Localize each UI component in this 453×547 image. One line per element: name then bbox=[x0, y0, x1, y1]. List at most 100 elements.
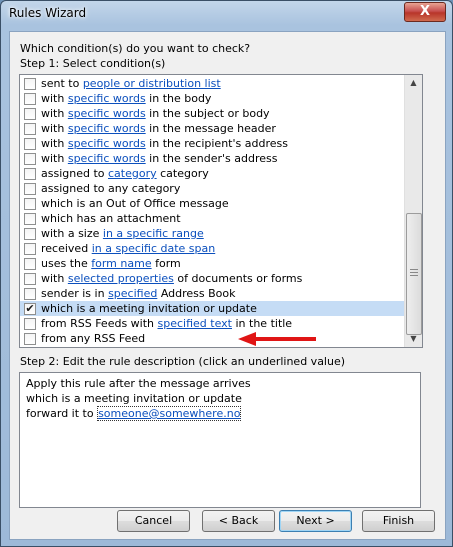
condition-text: assigned to any category bbox=[41, 182, 180, 195]
recipient-address-link[interactable]: someone@somewhere.no bbox=[97, 406, 242, 421]
condition-row[interactable]: from RSS Feeds with specified text in th… bbox=[20, 316, 404, 331]
condition-checkbox[interactable] bbox=[24, 213, 36, 225]
condition-value-link[interactable]: in a specific range bbox=[103, 227, 204, 240]
condition-checkbox[interactable] bbox=[24, 183, 36, 195]
condition-checkbox[interactable] bbox=[24, 198, 36, 210]
condition-text-after: of documents or forms bbox=[173, 272, 303, 285]
condition-value-link[interactable]: specified text bbox=[158, 317, 232, 330]
condition-text-before: with bbox=[41, 137, 68, 150]
condition-checkbox[interactable] bbox=[24, 228, 36, 240]
condition-value-link[interactable]: specified bbox=[108, 287, 157, 300]
condition-row[interactable]: assigned to any category bbox=[20, 181, 404, 196]
condition-text-before: sender is in bbox=[41, 287, 109, 300]
condition-text: which is an Out of Office message bbox=[41, 197, 229, 210]
condition-checkbox[interactable] bbox=[24, 258, 36, 270]
condition-text: with specific words in the sender's addr… bbox=[41, 152, 277, 165]
rules-wizard-window: Rules Wizard X Which condition(s) do you… bbox=[0, 0, 453, 547]
condition-checkbox[interactable] bbox=[24, 168, 36, 180]
description-line-3: forward it to someone@somewhere.no bbox=[26, 406, 242, 421]
conditions-rows: sent to people or distribution list with … bbox=[20, 76, 404, 346]
condition-text: with specific words in the message heade… bbox=[41, 122, 276, 135]
scroll-up-icon[interactable]: ▲ bbox=[405, 75, 422, 91]
condition-checkbox[interactable] bbox=[24, 93, 36, 105]
condition-checkbox[interactable] bbox=[24, 108, 36, 120]
condition-row[interactable]: ✔ which is a meeting invitation or update bbox=[20, 301, 404, 316]
finish-button[interactable]: Finish bbox=[362, 510, 435, 532]
condition-checkbox[interactable] bbox=[24, 138, 36, 150]
condition-checkbox[interactable] bbox=[24, 333, 36, 345]
condition-row[interactable]: with selected properties of documents or… bbox=[20, 271, 404, 286]
condition-row[interactable]: with specific words in the message heade… bbox=[20, 121, 404, 136]
condition-checkbox[interactable] bbox=[24, 318, 36, 330]
condition-row[interactable]: assigned to category category bbox=[20, 166, 404, 181]
condition-text-before: with a size bbox=[41, 227, 103, 240]
condition-text-before: which is a meeting invitation or update bbox=[41, 302, 257, 315]
condition-text-before: from RSS Feeds with bbox=[41, 317, 158, 330]
condition-value-link[interactable]: specific words bbox=[68, 137, 146, 150]
back-button[interactable]: < Back bbox=[202, 510, 275, 532]
condition-text-before: from any RSS Feed bbox=[41, 332, 146, 345]
condition-value-link[interactable]: people or distribution list bbox=[83, 77, 221, 90]
condition-value-link[interactable]: form name bbox=[91, 257, 151, 270]
condition-row[interactable]: which has an attachment bbox=[20, 211, 404, 226]
condition-text: with a size in a specific range bbox=[41, 227, 204, 240]
condition-text-before: sent to bbox=[41, 77, 83, 90]
condition-text: with specific words in the subject or bo… bbox=[41, 107, 270, 120]
condition-text: received in a specific date span bbox=[41, 242, 215, 255]
condition-row[interactable]: with specific words in the sender's addr… bbox=[20, 151, 404, 166]
condition-checkbox[interactable] bbox=[24, 153, 36, 165]
red-arrow-annotation-icon bbox=[238, 332, 316, 346]
next-button[interactable]: Next > bbox=[279, 510, 352, 532]
condition-value-link[interactable]: specific words bbox=[68, 92, 146, 105]
scroll-down-icon[interactable]: ▼ bbox=[405, 331, 422, 347]
condition-row[interactable]: with a size in a specific range bbox=[20, 226, 404, 241]
condition-text-before: assigned to any category bbox=[41, 182, 181, 195]
close-button[interactable]: X bbox=[404, 2, 446, 22]
condition-text: sender is in specified Address Book bbox=[41, 287, 236, 300]
grip-icon bbox=[410, 269, 418, 277]
condition-row[interactable]: with specific words in the body bbox=[20, 91, 404, 106]
condition-text-before: with bbox=[41, 92, 68, 105]
condition-text: sent to people or distribution list bbox=[41, 77, 221, 90]
condition-row[interactable]: from any RSS Feed bbox=[20, 331, 404, 346]
condition-row[interactable]: sender is in specified Address Book bbox=[20, 286, 404, 301]
condition-value-link[interactable]: specific words bbox=[68, 152, 146, 165]
condition-checkbox[interactable] bbox=[24, 273, 36, 285]
condition-text-before: which has an attachment bbox=[41, 212, 181, 225]
condition-value-link[interactable]: specific words bbox=[68, 107, 146, 120]
condition-value-link[interactable]: selected properties bbox=[68, 272, 174, 285]
condition-row[interactable]: which is an Out of Office message bbox=[20, 196, 404, 211]
condition-text: uses the form name form bbox=[41, 257, 181, 270]
condition-checkbox[interactable] bbox=[24, 288, 36, 300]
description-line-1: Apply this rule after the message arrive… bbox=[26, 377, 251, 390]
condition-checkbox[interactable] bbox=[24, 78, 36, 90]
condition-checkbox[interactable] bbox=[24, 123, 36, 135]
condition-text-after: in the title bbox=[232, 317, 293, 330]
condition-row[interactable]: uses the form name form bbox=[20, 256, 404, 271]
title-bar[interactable]: Rules Wizard X bbox=[1, 1, 452, 27]
description-line-3-prefix: forward it to bbox=[26, 407, 98, 420]
condition-text: with selected properties of documents or… bbox=[41, 272, 302, 285]
condition-text: assigned to category category bbox=[41, 167, 209, 180]
condition-text-before: with bbox=[41, 272, 68, 285]
cancel-button[interactable]: Cancel bbox=[117, 510, 190, 532]
condition-text-before: uses the bbox=[41, 257, 92, 270]
condition-text-after: Address Book bbox=[157, 287, 236, 300]
condition-row[interactable]: sent to people or distribution list bbox=[20, 76, 404, 91]
condition-checkbox[interactable]: ✔ bbox=[24, 303, 36, 315]
condition-checkbox[interactable] bbox=[24, 243, 36, 255]
conditions-list[interactable]: sent to people or distribution list with … bbox=[19, 74, 423, 348]
rule-description-box[interactable]: Apply this rule after the message arrive… bbox=[19, 372, 421, 508]
condition-text: from RSS Feeds with specified text in th… bbox=[41, 317, 292, 330]
condition-value-link[interactable]: in a specific date span bbox=[92, 242, 216, 255]
condition-text-before: which is an Out of Office message bbox=[41, 197, 229, 210]
scroll-thumb[interactable] bbox=[406, 213, 422, 335]
condition-row[interactable]: with specific words in the subject or bo… bbox=[20, 106, 404, 121]
condition-row[interactable]: with specific words in the recipient's a… bbox=[20, 136, 404, 151]
condition-text-after: in the message header bbox=[145, 122, 276, 135]
condition-value-link[interactable]: category bbox=[108, 167, 157, 180]
conditions-scrollbar[interactable]: ▲ ▼ bbox=[404, 75, 422, 347]
condition-row[interactable]: received in a specific date span bbox=[20, 241, 404, 256]
condition-value-link[interactable]: specific words bbox=[68, 122, 146, 135]
dialog-client-area: Which condition(s) do you want to check?… bbox=[9, 31, 446, 540]
